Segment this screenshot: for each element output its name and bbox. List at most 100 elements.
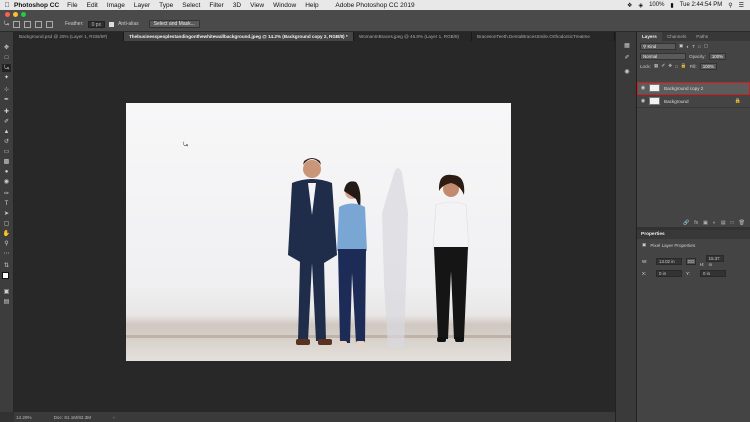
history-panel-icon[interactable]: ▦ <box>623 42 631 50</box>
layer-name[interactable]: Background copy 2 <box>664 86 703 91</box>
lasso-tool-icon[interactable]: ⤿ <box>2 64 11 72</box>
adjustment-layer-icon[interactable]: ◐ <box>713 220 716 226</box>
apple-icon[interactable]:  <box>0 2 14 9</box>
add-mask-icon[interactable]: ▣ <box>703 220 708 226</box>
layer-row-background[interactable]: ◉ Background 🔒 <box>637 95 750 108</box>
layer-kind-filter[interactable]: ⚲ Kind <box>640 42 676 50</box>
path-select-tool-icon[interactable]: ➤ <box>2 210 11 218</box>
app-menu[interactable]: Photoshop CC <box>14 2 59 9</box>
menu-select[interactable]: Select <box>182 2 200 9</box>
menu-type[interactable]: Type <box>159 2 173 9</box>
lasso-tool-preset-icon[interactable]: ⤿ <box>4 21 9 28</box>
layer-name[interactable]: Background <box>664 99 689 104</box>
link-dimensions-button[interactable]: GO <box>686 257 696 265</box>
brush-panel-icon[interactable]: ✐ <box>623 54 631 62</box>
filter-adjustment-icon[interactable]: ◐ <box>686 44 689 49</box>
gradient-tool-icon[interactable]: ▩ <box>2 158 11 166</box>
minimize-window-icon[interactable] <box>13 12 18 17</box>
pen-tool-icon[interactable]: ✑ <box>2 190 11 198</box>
menu-window[interactable]: Window <box>273 2 296 9</box>
swap-colors-icon[interactable]: ⇅ <box>2 262 11 270</box>
link-layers-icon[interactable]: 🔗 <box>683 220 689 226</box>
brush-tool-icon[interactable]: ✐ <box>2 118 11 126</box>
lock-position-icon[interactable]: ✥ <box>668 63 672 69</box>
lock-transparent-icon[interactable]: ▦ <box>654 63 658 69</box>
new-selection-icon[interactable] <box>13 20 20 28</box>
lock-artboard-icon[interactable]: □ <box>675 64 678 69</box>
battery-icon[interactable]: ▮ <box>670 2 673 9</box>
menu-file[interactable]: File <box>67 2 77 9</box>
type-tool-icon[interactable]: T <box>2 200 11 208</box>
canvas-workspace[interactable]: ⤿ <box>14 41 615 412</box>
healing-brush-icon[interactable]: ✚ <box>2 108 11 116</box>
clock[interactable]: Tue 2:44:54 PM <box>680 2 722 8</box>
lock-all-icon[interactable]: 🔒 <box>681 63 687 69</box>
menu-view[interactable]: View <box>250 2 264 9</box>
menu-list-icon[interactable]: ☰ <box>739 2 744 9</box>
blend-mode-select[interactable]: Normal <box>640 52 686 60</box>
height-input[interactable]: 15.37 in <box>705 255 724 267</box>
menu-3d[interactable]: 3D <box>233 2 241 9</box>
layer-lock-icon[interactable]: 🔒 <box>735 98 741 104</box>
tab-woman-braces[interactable]: WomanInBraces.jpeg @ 46.8% (Layer 1, RGB… <box>354 32 472 41</box>
add-selection-icon[interactable] <box>24 20 31 28</box>
visibility-eye-icon[interactable]: ◉ <box>637 98 649 104</box>
tab-braces-teeth[interactable]: BracesonTeeth.DentalBracesSmile.Orthodon… <box>472 32 615 41</box>
tab-business-people[interactable]: Thebusinesspeoplestandingonthewhitewallb… <box>124 32 354 41</box>
properties-title[interactable]: Properties <box>637 230 750 239</box>
intersect-selection-icon[interactable] <box>46 20 53 28</box>
dodge-tool-icon[interactable]: ◉ <box>2 178 11 186</box>
quick-select-tool-icon[interactable]: ✦ <box>2 74 11 82</box>
filter-type-icon[interactable]: T <box>692 44 695 49</box>
new-group-icon[interactable]: ▤ <box>721 220 726 226</box>
zoom-tool-icon[interactable]: ⚲ <box>2 240 11 248</box>
antialias-checkbox[interactable] <box>109 21 115 27</box>
color-panel-icon[interactable]: ◉ <box>623 68 631 76</box>
close-window-icon[interactable] <box>5 12 10 17</box>
select-and-mask-button[interactable]: Select and Mask... <box>148 20 200 28</box>
lock-pixels-icon[interactable]: ✐ <box>661 63 665 69</box>
search-icon[interactable]: ⚲ <box>728 2 732 9</box>
feather-input[interactable]: 0 px <box>87 20 106 28</box>
tab-background-psd[interactable]: Background.psd @ 25% (Layer 1, RGB/8#) <box>14 32 124 41</box>
delete-layer-icon[interactable]: 🗑 <box>739 220 745 226</box>
screen-mode-icon[interactable]: ▤ <box>2 298 11 306</box>
eyedropper-tool-icon[interactable]: ✒ <box>2 96 11 104</box>
status-arrow-icon[interactable]: › <box>113 415 115 420</box>
eraser-tool-icon[interactable]: ▭ <box>2 148 11 156</box>
wifi-icon[interactable]: ◈ <box>638 2 643 9</box>
zoom-window-icon[interactable] <box>21 12 26 17</box>
clone-stamp-icon[interactable]: ▲ <box>2 128 11 136</box>
width-input[interactable]: 13.02 in <box>656 257 682 265</box>
blur-tool-icon[interactable]: ● <box>2 168 11 176</box>
tab-channels[interactable]: Channels <box>662 32 691 41</box>
zoom-level[interactable]: 14.29% <box>16 415 32 420</box>
filter-smart-object-icon[interactable]: ▢ <box>704 43 708 49</box>
menu-help[interactable]: Help <box>305 2 318 9</box>
y-input[interactable]: 0 in <box>700 270 726 277</box>
subtract-selection-icon[interactable] <box>35 20 42 28</box>
layer-row-background-copy-2[interactable]: ◉ Background copy 2 <box>637 82 750 95</box>
opacity-input[interactable]: 100% <box>708 52 727 60</box>
menu-edit[interactable]: Edit <box>87 2 98 9</box>
x-input[interactable]: 0 in <box>656 270 682 277</box>
quick-mask-icon[interactable]: ▣ <box>2 288 11 296</box>
dropbox-icon[interactable]: ❖ <box>627 2 632 9</box>
hand-tool-icon[interactable]: ✋ <box>2 230 11 238</box>
layer-style-icon[interactable]: fx <box>694 220 698 226</box>
tab-paths[interactable]: Paths <box>691 32 713 41</box>
crop-tool-icon[interactable]: ⊹ <box>2 86 11 94</box>
filter-pixel-icon[interactable]: ▣ <box>679 43 683 49</box>
menu-image[interactable]: Image <box>107 2 125 9</box>
new-layer-icon[interactable]: □ <box>731 220 734 226</box>
fill-input[interactable]: 100% <box>699 62 717 70</box>
menu-filter[interactable]: Filter <box>209 2 223 9</box>
more-tools-icon[interactable]: ⋯ <box>2 250 11 258</box>
move-tool-icon[interactable]: ✥ <box>2 44 11 52</box>
visibility-eye-icon[interactable]: ◉ <box>637 85 649 91</box>
document-canvas[interactable]: ⤿ <box>126 103 511 361</box>
menu-layer[interactable]: Layer <box>134 2 150 9</box>
rectangle-tool-icon[interactable]: ▢ <box>2 220 11 228</box>
foreground-color-swatch[interactable] <box>2 272 9 279</box>
marquee-tool-icon[interactable]: □ <box>2 54 11 62</box>
